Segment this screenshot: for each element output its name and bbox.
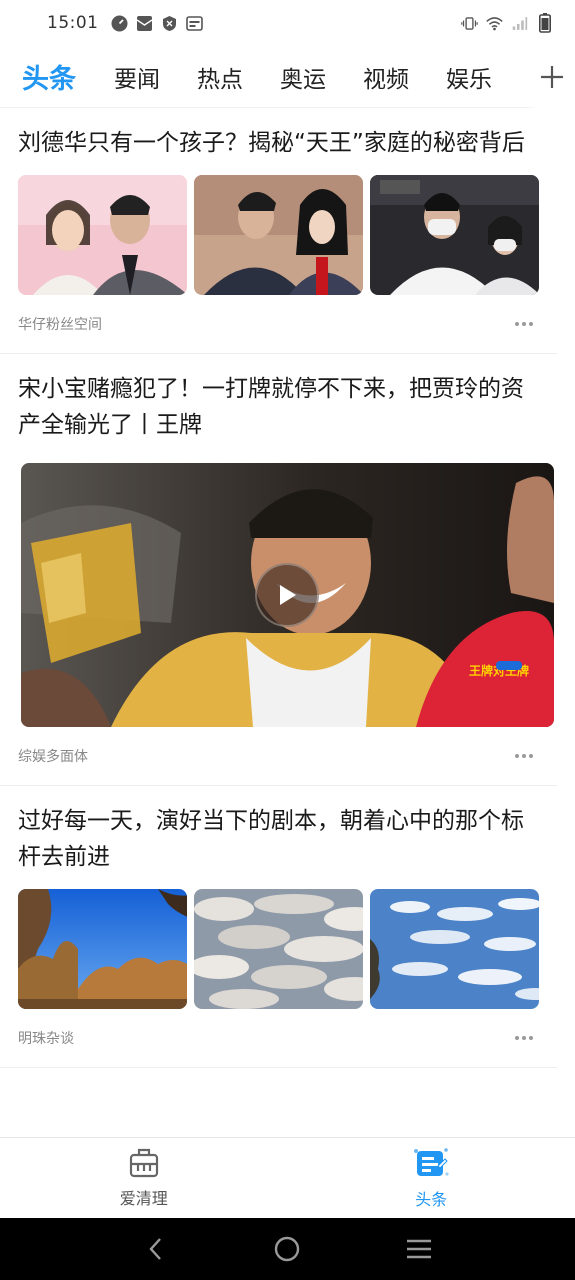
home-button[interactable]	[267, 1229, 307, 1269]
speed-icon	[111, 15, 128, 32]
video-thumbnail[interactable]: 王牌对王牌	[21, 463, 554, 727]
shield-icon	[161, 15, 178, 32]
tab-olympics[interactable]: 奥运	[280, 60, 363, 94]
nav-item-cleaner[interactable]: 爱清理	[0, 1138, 288, 1218]
article-card[interactable]: 宋小宝赌瘾犯了！一打牌就停不下来，把贾玲的资产全输光了丨王牌 王牌对王牌 综娱多…	[0, 354, 557, 786]
article-image[interactable]	[194, 889, 363, 1009]
status-time: 15:01	[47, 13, 99, 33]
article-card[interactable]: 过好每一天，演好当下的剧本，朝着心中的那个标杆去前进 明珠杂谈	[0, 786, 557, 1068]
nav-label-cleaner: 爱清理	[119, 1189, 168, 1208]
article-image[interactable]	[370, 889, 539, 1009]
article-title[interactable]: 宋小宝赌瘾犯了！一打牌就停不下来，把贾玲的资产全输光了丨王牌	[18, 354, 539, 443]
article-source[interactable]: 华仔粉丝空间	[18, 314, 102, 334]
play-button[interactable]	[255, 563, 319, 627]
back-icon	[149, 1238, 161, 1260]
news-icon	[414, 1148, 449, 1176]
article-thumbnails	[18, 175, 539, 295]
signal-icon	[511, 15, 528, 32]
channel-tabs: 头条 要闻 热点 奥运 视频 娱乐	[0, 45, 575, 108]
play-icon	[280, 585, 296, 605]
article-image[interactable]	[370, 175, 539, 295]
wifi-icon	[486, 15, 503, 32]
system-navigation-bar	[0, 1218, 575, 1280]
tab-headlines[interactable]: 头条	[22, 57, 114, 96]
more-options-button[interactable]	[509, 746, 539, 766]
home-icon	[275, 1236, 300, 1262]
status-bar: 15:01	[0, 0, 575, 46]
bottom-navigation: 爱清理 头条	[0, 1137, 575, 1218]
nav-label-headlines: 头条	[415, 1190, 448, 1209]
tab-news[interactable]: 要闻	[114, 60, 197, 94]
tab-hot[interactable]: 热点	[197, 60, 280, 94]
calendar-icon	[185, 15, 203, 32]
article-source[interactable]: 综娱多面体	[18, 746, 88, 766]
recents-button[interactable]	[399, 1229, 439, 1269]
mail-icon	[136, 15, 153, 32]
article-title[interactable]: 过好每一天，演好当下的剧本，朝着心中的那个标杆去前进	[18, 786, 539, 875]
tab-entertainment[interactable]: 娱乐	[446, 60, 529, 94]
battery-icon	[536, 13, 553, 33]
cleaner-bag-icon	[129, 1148, 158, 1178]
recents-icon	[407, 1239, 432, 1259]
article-source[interactable]: 明珠杂谈	[18, 1028, 74, 1048]
nav-item-headlines[interactable]: 头条	[288, 1138, 575, 1218]
news-feed: 刘德华只有一个孩子？揭秘“天王”家庭的秘密背后 华仔粉丝空间 宋小宝赌瘾犯了！一…	[0, 108, 575, 1068]
article-image[interactable]	[18, 889, 187, 1009]
article-image[interactable]	[18, 175, 187, 295]
back-button[interactable]	[136, 1229, 176, 1269]
more-options-button[interactable]	[509, 1028, 539, 1048]
plus-icon	[541, 65, 563, 88]
add-channel-button[interactable]	[529, 45, 575, 108]
vibrate-icon	[461, 15, 478, 32]
article-title[interactable]: 刘德华只有一个孩子？揭秘“天王”家庭的秘密背后	[18, 108, 539, 161]
article-image[interactable]	[194, 175, 363, 295]
article-card[interactable]: 刘德华只有一个孩子？揭秘“天王”家庭的秘密背后 华仔粉丝空间	[0, 108, 557, 354]
more-options-button[interactable]	[509, 314, 539, 334]
tab-video[interactable]: 视频	[363, 60, 446, 94]
article-thumbnails	[18, 889, 539, 1009]
